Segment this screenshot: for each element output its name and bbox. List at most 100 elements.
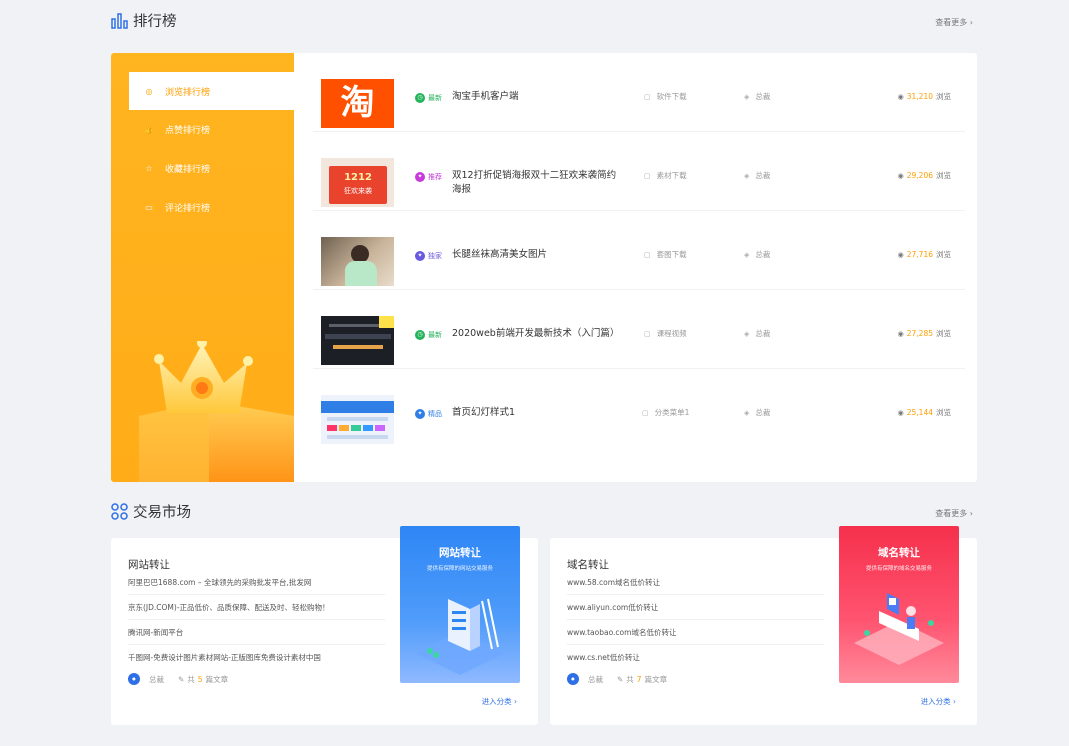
views-count: 31,210 (906, 92, 933, 101)
item-title[interactable]: 长腿丝袜高清美女图片 (452, 248, 617, 262)
item-category[interactable]: ▢ 套图下载 (644, 249, 687, 260)
card-meta: ● 总裁 ✎ 共 7 篇文章 (567, 673, 667, 685)
user-shield-icon: ◈ (744, 250, 750, 259)
item-author[interactable]: ◈ 总裁 (744, 407, 770, 418)
list-item[interactable]: ◷ 最新 2020web前端开发最新技术（入门篇） ▢ 课程视频 ◈ 总裁 ◉ … (313, 290, 965, 369)
pencil-icon: ✎ (617, 674, 624, 684)
ranking-card: ◎ 浏览排行榜 👍 点赞排行榜 ☆ 收藏排行榜 ▭ 评论排行榜 淘 ◷ 最新 淘… (111, 53, 977, 482)
enter-category-link[interactable]: 进入分类 › (482, 696, 517, 707)
card-meta: ● 总裁 ✎ 共 5 篇文章 (128, 673, 228, 685)
eye-icon: ◎ (145, 86, 153, 96)
thumbs-up-icon: 👍 (144, 124, 154, 134)
list-item[interactable]: 京东(JD.COM)-正品低价、品质保障、配送及时、轻松购物！ (128, 595, 385, 620)
grid-circles-icon (111, 503, 128, 520)
tab-comment-ranking[interactable]: ▭ 评论排行榜 (129, 188, 295, 226)
list-item[interactable]: ✦ 独家 长腿丝袜高清美女图片 ▢ 套图下载 ◈ 总裁 ◉ 27,716 浏览 (313, 211, 965, 290)
avatar: ● (567, 673, 579, 685)
author-label: 总裁 (755, 250, 771, 259)
list-item[interactable]: www.cs.net低价转让 (567, 645, 824, 670)
views-label: 浏览 (936, 408, 951, 417)
pencil-icon: ✎ (178, 674, 185, 684)
views-label: 浏览 (936, 92, 951, 101)
item-views: ◉ 27,716 浏览 (898, 249, 951, 260)
list-item[interactable]: 千图网-免费设计图片素材网站-正版图库免费设计素材中国 (128, 645, 385, 670)
status-badge: ✦ 独家 (415, 251, 442, 261)
badge-icon: ◷ (415, 330, 425, 340)
list-item[interactable]: 阿里巴巴1688.com – 全球领先的采购批发平台,批发网 (128, 570, 385, 595)
thumbnail-image (321, 316, 394, 365)
tab-label: 浏览排行榜 (165, 87, 211, 98)
market-title-text: 交易市场 (133, 505, 191, 521)
star-icon: ☆ (145, 163, 153, 173)
ranking-title-text: 排行榜 (133, 14, 177, 30)
tab-browse-ranking[interactable]: ◎ 浏览排行榜 (129, 72, 295, 110)
taobao-logo: 淘 (340, 83, 375, 123)
tab-label: 点赞排行榜 (165, 125, 211, 136)
author-label: 总裁 (149, 674, 164, 684)
banner-website[interactable]: 网站转让 提供有保障的网站交易服务 (400, 526, 520, 683)
badge-icon: ✦ (415, 172, 425, 182)
thumbnail-image (321, 395, 394, 444)
isometric-illustration (854, 593, 944, 665)
market-title: 交易市场 (111, 501, 191, 522)
badge-label: 独家 (428, 252, 442, 260)
poster-text: 1212 (344, 172, 372, 183)
item-author[interactable]: ◈ 总裁 (744, 170, 770, 181)
folder-icon: ▢ (644, 250, 651, 259)
page: 排行榜 查看更多 › ◎ 浏览排行榜 👍 点赞排行榜 ☆ 收藏排行榜 ▭ 评论排… (0, 0, 1069, 746)
count-suffix: 篇文章 (205, 674, 229, 684)
views-count: 25,144 (906, 408, 933, 417)
author-label: 总裁 (588, 674, 603, 684)
list-item[interactable]: 淘 ◷ 最新 淘宝手机客户端 ▢ 软件下载 ◈ 总裁 ◉ 31,210 浏览 (313, 53, 965, 132)
article-count: 7 (636, 674, 642, 684)
list-item[interactable]: www.aliyun.com低价转让 (567, 595, 824, 620)
list-item[interactable]: 腾讯网-新闻平台 (128, 620, 385, 645)
views-count: 27,716 (906, 250, 933, 259)
badge-label: 最新 (428, 331, 442, 339)
eye-icon: ◉ (897, 171, 904, 180)
ranking-more-link[interactable]: 查看更多 › (935, 17, 973, 28)
list-item[interactable]: www.taobao.com域名低价转让 (567, 620, 824, 645)
category-label: 课程视频 (656, 329, 687, 338)
item-title[interactable]: 淘宝手机客户端 (452, 90, 617, 104)
item-title[interactable]: 2020web前端开发最新技术（入门篇） (452, 327, 619, 341)
item-category[interactable]: ▢ 课程视频 (644, 328, 687, 339)
item-category[interactable]: ▢ 分类菜单1 (642, 407, 689, 418)
article-count: 5 (197, 674, 203, 684)
tab-favorite-ranking[interactable]: ☆ 收藏排行榜 (129, 149, 295, 187)
banner-domain[interactable]: 域名转让 提供有保障的域名交易服务 (839, 526, 959, 683)
list-item[interactable]: www.58.com域名低价转让 (567, 570, 824, 595)
market-more-link[interactable]: 查看更多 › (935, 508, 973, 519)
count-prefix: 共 (187, 674, 195, 684)
thumbnail-image (321, 237, 394, 286)
banner-title: 网站转让 (439, 547, 481, 559)
banner-subtitle: 提供有保障的网站交易服务 (426, 566, 493, 572)
views-label: 浏览 (936, 329, 951, 338)
crown-illustration (139, 341, 294, 482)
item-author[interactable]: ◈ 总裁 (744, 249, 770, 260)
user-shield-icon: ◈ (744, 408, 750, 417)
thumbnail-image: 1212 狂欢来袭 (321, 158, 394, 207)
list-item[interactable]: 1212 狂欢来袭 ✦ 推荐 双12打折促销海报双十二狂欢来袭简约海报 ▢ 素材… (313, 132, 965, 211)
item-title[interactable]: 首页幻灯样式1 (452, 406, 617, 420)
item-title[interactable]: 双12打折促销海报双十二狂欢来袭简约海报 (452, 169, 617, 197)
eye-icon: ◉ (897, 408, 904, 417)
badge-icon: ✦ (415, 409, 425, 419)
item-views: ◉ 27,285 浏览 (898, 328, 951, 339)
list-item[interactable]: ✦ 精品 首页幻灯样式1 ▢ 分类菜单1 ◈ 总裁 ◉ 25,144 浏览 (313, 369, 965, 448)
folder-icon: ▢ (642, 408, 649, 417)
item-category[interactable]: ▢ 素材下载 (644, 170, 687, 181)
views-count: 27,285 (906, 329, 933, 338)
folder-icon: ▢ (644, 329, 651, 338)
item-author[interactable]: ◈ 总裁 (744, 91, 770, 102)
tab-like-ranking[interactable]: 👍 点赞排行榜 (129, 110, 295, 148)
badge-icon: ◷ (415, 93, 425, 103)
user-shield-icon: ◈ (744, 171, 750, 180)
category-label: 素材下载 (656, 171, 687, 180)
enter-category-link[interactable]: 进入分类 › (921, 696, 956, 707)
eye-icon: ◉ (897, 250, 904, 259)
item-author[interactable]: ◈ 总裁 (744, 328, 770, 339)
tab-label: 收藏排行榜 (165, 164, 211, 175)
avatar: ● (128, 673, 140, 685)
item-category[interactable]: ▢ 软件下载 (644, 91, 687, 102)
